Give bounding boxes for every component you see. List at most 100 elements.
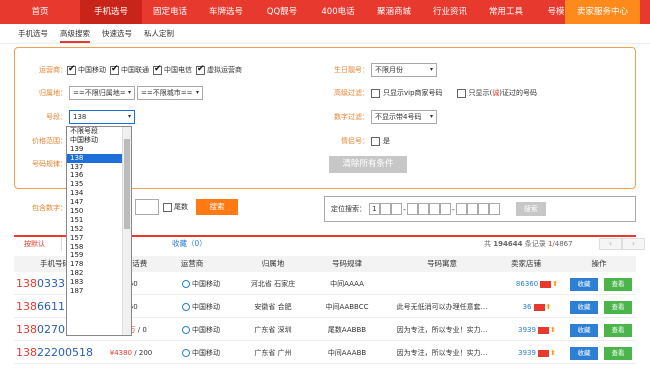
filter-search-button[interactable]: 搜索 <box>196 199 238 215</box>
vip-only-label: 只显示vip商家号码 <box>383 89 443 97</box>
dropdown-scrollbar[interactable] <box>122 127 131 335</box>
subtab-quick-select[interactable]: 快速选号 <box>102 24 132 43</box>
nav-tools[interactable]: 常用工具 <box>478 0 534 24</box>
tail-checkbox[interactable] <box>163 202 172 212</box>
clear-all-button[interactable]: 清除所有条件 <box>329 156 407 173</box>
nav-landline[interactable]: 固定电话 <box>142 0 198 24</box>
prev-page-button[interactable]: ‹ <box>599 238 622 250</box>
view-button[interactable]: 查看 <box>604 278 632 291</box>
favorite-button[interactable]: 收藏 <box>570 301 598 314</box>
advanced-row: 高级过滤： 只显示vip商家号码 只显示(诚)证过的号码 <box>315 85 541 101</box>
couple-checkbox[interactable] <box>371 136 380 146</box>
subtab-custom[interactable]: 私人定制 <box>144 24 174 43</box>
locate-digit-4[interactable] <box>406 203 418 215</box>
favorite-button[interactable]: 收藏 <box>570 278 598 291</box>
nav-400-phone[interactable]: 400电话 <box>310 0 366 24</box>
locate-digit-9[interactable] <box>466 203 478 215</box>
birthday-select[interactable]: 不限月份 ▾ <box>371 63 437 77</box>
contain-input[interactable] <box>135 199 159 215</box>
locate-digit-1[interactable]: 1 <box>369 203 380 215</box>
record-stats: 共 194644 条记录 1/4867 <box>484 240 573 248</box>
carrier-virtual-checkbox[interactable] <box>196 64 205 75</box>
vip-badge-icon <box>537 349 549 357</box>
favorites-link[interactable]: 收藏（0） <box>172 237 207 251</box>
price-fee: ¥4380 / 200 <box>109 349 153 357</box>
subtab-advanced-search[interactable]: 高级搜索 <box>60 24 90 43</box>
carrier-mobile-checkbox[interactable] <box>67 64 76 75</box>
shop-link[interactable]: 3939 <box>518 349 536 357</box>
arrow-up-icon: ⬆ <box>552 280 559 288</box>
nav-home[interactable]: 首页 <box>0 0 80 24</box>
locate-dash: - <box>403 204 406 214</box>
pattern-cell: 中间AABBCC <box>325 303 369 311</box>
next-page-button[interactable]: › <box>622 238 645 250</box>
carrier-cell: 中国移动 <box>166 319 236 341</box>
favorite-button[interactable]: 收藏 <box>570 324 598 337</box>
vip-only-checkbox[interactable] <box>371 88 380 98</box>
arrow-up-icon: ⬆ <box>545 303 552 311</box>
scrollbar-thumb[interactable] <box>124 139 130 229</box>
nav-mall[interactable]: 聚涵商城 <box>366 0 422 24</box>
region-cell: 安徽省 合肥 <box>254 303 292 311</box>
table-row: 13822200518 ¥4380 / 200 中国移动 广东省 广州 中间AA… <box>14 342 636 364</box>
top-nav: 首页 手机选号 固定电话 车牌选号 QQ靓号 400电话 聚涵商城 行业资讯 常… <box>0 0 650 24</box>
shop-cell: 3939 ⬆ <box>500 342 574 364</box>
pager: ‹ › <box>599 238 645 250</box>
locate-digit-10[interactable] <box>477 203 489 215</box>
shop-link[interactable]: 3939 <box>518 326 536 334</box>
view-button[interactable]: 查看 <box>604 324 632 337</box>
locate-digit-11[interactable] <box>488 203 500 215</box>
china-mobile-icon <box>182 280 190 288</box>
carrier-unicom-checkbox[interactable] <box>110 64 119 75</box>
favorite-button[interactable]: 收藏 <box>570 347 598 360</box>
sort-default-tab[interactable]: 按默认 <box>14 237 62 251</box>
region-cell: 广东省 广州 <box>254 349 292 357</box>
couple-option: 是 <box>383 137 390 145</box>
province-select[interactable]: ==不限归属地= ▾ <box>69 86 135 100</box>
locate-search-button[interactable]: 搜索 <box>515 202 546 216</box>
pattern-cell: 中间AAABB <box>327 349 367 357</box>
view-button[interactable]: 查看 <box>604 347 632 360</box>
pattern-cell: 中间AAAA <box>330 280 364 288</box>
contain-label: 包含数字： <box>32 204 67 212</box>
subtab-mobile[interactable]: 手机选号 <box>18 24 48 43</box>
china-mobile-icon <box>182 349 190 357</box>
locate-digit-2[interactable] <box>380 203 391 215</box>
locate-digit-5[interactable] <box>417 203 429 215</box>
shop-cell: 3939 ⬆ <box>500 319 574 341</box>
locate-row: 定位搜索： 1 - - 搜索 <box>331 201 546 217</box>
phone-number[interactable]: 13822200518 <box>14 342 96 365</box>
shop-link[interactable]: 36 <box>523 303 532 311</box>
region-cell: 河北省 石家庄 <box>250 280 296 288</box>
carrier-cell: 中国移动 <box>166 296 236 318</box>
cert-only-checkbox[interactable] <box>456 88 466 98</box>
view-button[interactable]: 查看 <box>604 301 632 314</box>
seller-center-button[interactable]: 卖家服务中心 <box>564 0 640 24</box>
carrier-telecom-checkbox[interactable] <box>153 64 162 75</box>
vip-badge-icon <box>533 303 545 311</box>
segment-dropdown-list: 不限号段 中国移动 139 138 137 136 135 134 147 150 151 152 15… <box>66 126 132 336</box>
nav-news[interactable]: 行业资讯 <box>422 0 478 24</box>
sub-tabs: 手机选号 高级搜索 快速选号 私人定制 <box>0 24 650 44</box>
digit-filter-select[interactable]: 不显示带4号码 ▾ <box>371 110 437 124</box>
col-meaning: 号码寓意 <box>427 259 457 268</box>
locate-dash: - <box>451 204 455 214</box>
locate-digit-8[interactable] <box>455 203 467 215</box>
shop-link[interactable]: 86360 <box>516 280 538 288</box>
pattern-label: 号码规律： <box>32 160 67 168</box>
locate-label: 定位搜索： <box>331 205 366 213</box>
carrier-unicom-label: 中国联通 <box>121 66 149 74</box>
city-select[interactable]: ==不限城市== ▾ <box>137 86 203 100</box>
locate-search: 定位搜索： 1 - - 搜索 <box>324 196 636 222</box>
couple-row: 情侣号： 是 <box>315 133 394 149</box>
arrow-up-icon: ⬆ <box>549 349 556 357</box>
nav-mobile-number[interactable]: 手机选号 <box>80 0 142 24</box>
locate-digit-7[interactable] <box>439 203 451 215</box>
couple-label: 情侣号： <box>341 137 369 145</box>
nav-license-plate[interactable]: 车牌选号 <box>198 0 254 24</box>
segment-select[interactable]: 138 ▾ <box>69 110 135 124</box>
pattern-cell: 尾数AABBB <box>327 326 367 334</box>
locate-digit-6[interactable] <box>428 203 440 215</box>
nav-qq-number[interactable]: QQ靓号 <box>254 0 310 24</box>
locate-digit-3[interactable] <box>391 203 402 215</box>
